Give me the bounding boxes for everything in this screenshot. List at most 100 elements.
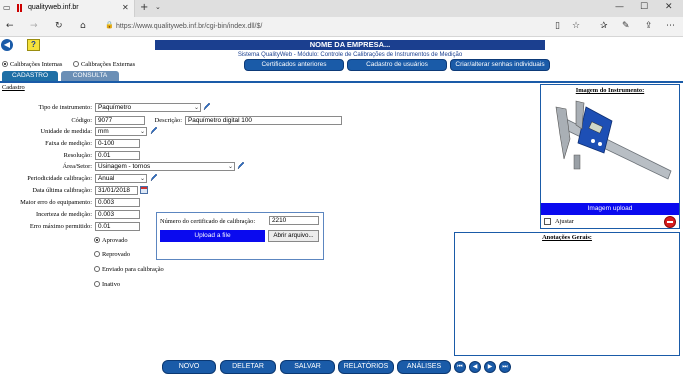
radio-internal[interactable]: Calibrações Internas — [2, 60, 62, 68]
area-label: Área/Setor: — [62, 163, 92, 170]
lock-icon[interactable]: 🔒 — [105, 21, 114, 29]
analises-button[interactable]: ANÁLISES — [397, 360, 451, 374]
periodicidade-select[interactable]: Anual ⌄ — [95, 174, 147, 183]
more-menu-icon[interactable]: ⋯ — [666, 21, 675, 31]
system-subtitle: Sistema QualityWeb - Módulo: Controle de… — [237, 52, 463, 58]
browser-tab-strip: ▭ qualityweb.inf.br ✕ + ⌄ — ☐ ✕ — [0, 0, 683, 17]
tab-cadastro[interactable]: CADASTRO — [2, 71, 58, 81]
back-icon[interactable]: ← — [6, 21, 14, 31]
novo-button[interactable]: NOVO — [162, 360, 216, 374]
url-field[interactable]: https://www.qualityweb.inf.br/cgi-bin/in… — [116, 23, 262, 30]
erro-max-label: Erro máximo permitido: — [29, 223, 92, 230]
favorites-hub-icon[interactable]: ✰ — [600, 21, 608, 31]
edit-tipo-icon[interactable] — [203, 102, 211, 111]
codigo-input[interactable]: 9077 — [95, 116, 145, 125]
home-icon[interactable]: ⌂ — [80, 21, 86, 31]
radio-external[interactable]: Calibrações Externas — [73, 60, 135, 68]
area-select[interactable]: Usinagem - tornos ⌄ — [95, 162, 235, 171]
status-enviado-label: Enviado para calibração — [102, 265, 164, 273]
maior-erro-label: Maior erro do equipamento: — [20, 199, 92, 206]
status-reprovado[interactable]: Reprovado — [94, 250, 130, 258]
tab-title: qualityweb.inf.br — [28, 4, 79, 11]
tab-dropdown-icon[interactable]: ⌄ — [155, 3, 161, 11]
previous-record-icon[interactable]: ◀ — [469, 361, 481, 373]
image-panel: Imagem do Instrumento: Imagem upload Aju… — [540, 84, 680, 229]
status-inativo[interactable]: Inativo — [94, 280, 120, 288]
status-inativo-circle[interactable] — [94, 281, 100, 288]
close-window-icon[interactable]: ✕ — [665, 2, 673, 12]
faixa-input[interactable]: 0-100 — [95, 139, 140, 148]
caliper-image — [555, 100, 672, 180]
adjust-checkbox[interactable] — [544, 218, 551, 225]
tipo-select[interactable]: Paquímetro ⌄ — [95, 103, 201, 112]
next-record-icon[interactable]: ▶ — [484, 361, 496, 373]
data-label: Data última calibração: — [32, 187, 92, 194]
upload-file-button[interactable]: Upload a file — [160, 230, 265, 242]
chevron-down-icon: ⌄ — [193, 105, 199, 111]
descricao-input[interactable]: Paquímetro digital 100 — [185, 116, 342, 125]
area-value: Usinagem - tornos — [98, 163, 151, 170]
notes-title: Anotações Gerais: — [542, 234, 592, 241]
radio-internal-label: Calibrações Internas — [10, 60, 63, 68]
resolucao-input[interactable]: 0.01 — [95, 151, 140, 160]
refresh-icon[interactable]: ↻ — [55, 21, 63, 31]
edit-unidade-icon[interactable] — [150, 126, 158, 135]
favorite-star-icon[interactable]: ☆ — [572, 21, 580, 31]
new-tab-icon[interactable]: + — [140, 2, 148, 13]
tipo-label: Tipo de instrumento: — [38, 104, 92, 111]
status-aprovado[interactable]: Aprovado — [94, 236, 128, 244]
minimize-icon[interactable]: — — [615, 2, 624, 12]
tab-list-icon[interactable]: ▭ — [3, 3, 11, 12]
status-enviado[interactable]: Enviado para calibração — [94, 265, 164, 273]
certificate-panel: Número do certificado de calibração: 221… — [156, 212, 324, 260]
last-record-icon[interactable]: ⏭ — [499, 361, 511, 373]
certificate-number-label: Número do certificado de calibração: — [160, 218, 256, 225]
radio-internal-circle[interactable] — [2, 61, 8, 68]
reading-view-icon[interactable]: ▯ — [555, 21, 560, 31]
status-aprovado-circle[interactable] — [94, 237, 100, 244]
image-panel-title: Imagem do Instrumento: — [575, 87, 645, 94]
image-upload-button[interactable]: Imagem upload — [541, 203, 679, 215]
unidade-label: Unidade de medida: — [40, 128, 92, 135]
edit-area-icon[interactable] — [237, 161, 245, 170]
status-reprovado-label: Reprovado — [102, 250, 131, 258]
calendar-icon[interactable] — [140, 186, 148, 194]
edit-periodicidade-icon[interactable] — [150, 173, 158, 182]
deletar-button[interactable]: DELETAR — [220, 360, 276, 374]
data-input[interactable]: 31/01/2018 — [95, 186, 138, 195]
maximize-icon[interactable]: ☐ — [640, 2, 648, 12]
browser-tab[interactable]: ▭ qualityweb.inf.br ✕ — [0, 0, 135, 17]
status-enviado-circle[interactable] — [94, 266, 100, 273]
status-reprovado-circle[interactable] — [94, 251, 100, 258]
incerteza-input[interactable]: 0.003 — [95, 210, 140, 219]
passwords-button[interactable]: Criar/alterar senhas individuais — [450, 59, 550, 71]
remove-image-icon[interactable] — [664, 216, 676, 228]
close-tab-icon[interactable]: ✕ — [122, 3, 129, 12]
address-bar-row: ← → ↻ ⌂ 🔒 https://www.qualityweb.inf.br/… — [0, 17, 683, 37]
status-aprovado-label: Aprovado — [102, 236, 128, 244]
company-name: NOME DA EMPRESA... — [155, 40, 545, 50]
radio-external-label: Calibrações Externas — [81, 60, 136, 68]
certificate-number-input[interactable]: 2210 — [269, 216, 319, 225]
section-title: Cadastro — [2, 84, 25, 91]
salvar-button[interactable]: SALVAR — [280, 360, 335, 374]
app-back-button[interactable]: ◀ — [0, 38, 15, 52]
first-record-icon[interactable]: ⏮ — [454, 361, 466, 373]
users-button[interactable]: Cadastro de usuários — [347, 59, 447, 71]
erro-max-input[interactable]: 0.01 — [95, 222, 140, 231]
help-button[interactable]: ? — [27, 39, 40, 51]
unidade-value: mm — [98, 128, 109, 135]
certificates-button[interactable]: Certificados anteriores — [244, 59, 344, 71]
notes-panel[interactable]: Anotações Gerais: — [454, 232, 680, 356]
periodicidade-label: Periodicidade calibração: — [27, 175, 92, 182]
maior-erro-input[interactable]: 0.003 — [95, 198, 140, 207]
tab-consulta[interactable]: CONSULTA — [61, 71, 119, 81]
notes-icon[interactable]: ✎ — [622, 21, 630, 31]
radio-external-circle[interactable] — [73, 61, 79, 68]
forward-icon[interactable]: → — [30, 21, 38, 31]
open-file-button[interactable]: Abrir arquivo... — [268, 230, 319, 242]
adjust-label: Ajustar — [555, 218, 574, 225]
share-icon[interactable]: ⇪ — [645, 21, 653, 31]
relatorios-button[interactable]: RELATÓRIOS — [338, 360, 394, 374]
unidade-select[interactable]: mm ⌄ — [95, 127, 147, 136]
